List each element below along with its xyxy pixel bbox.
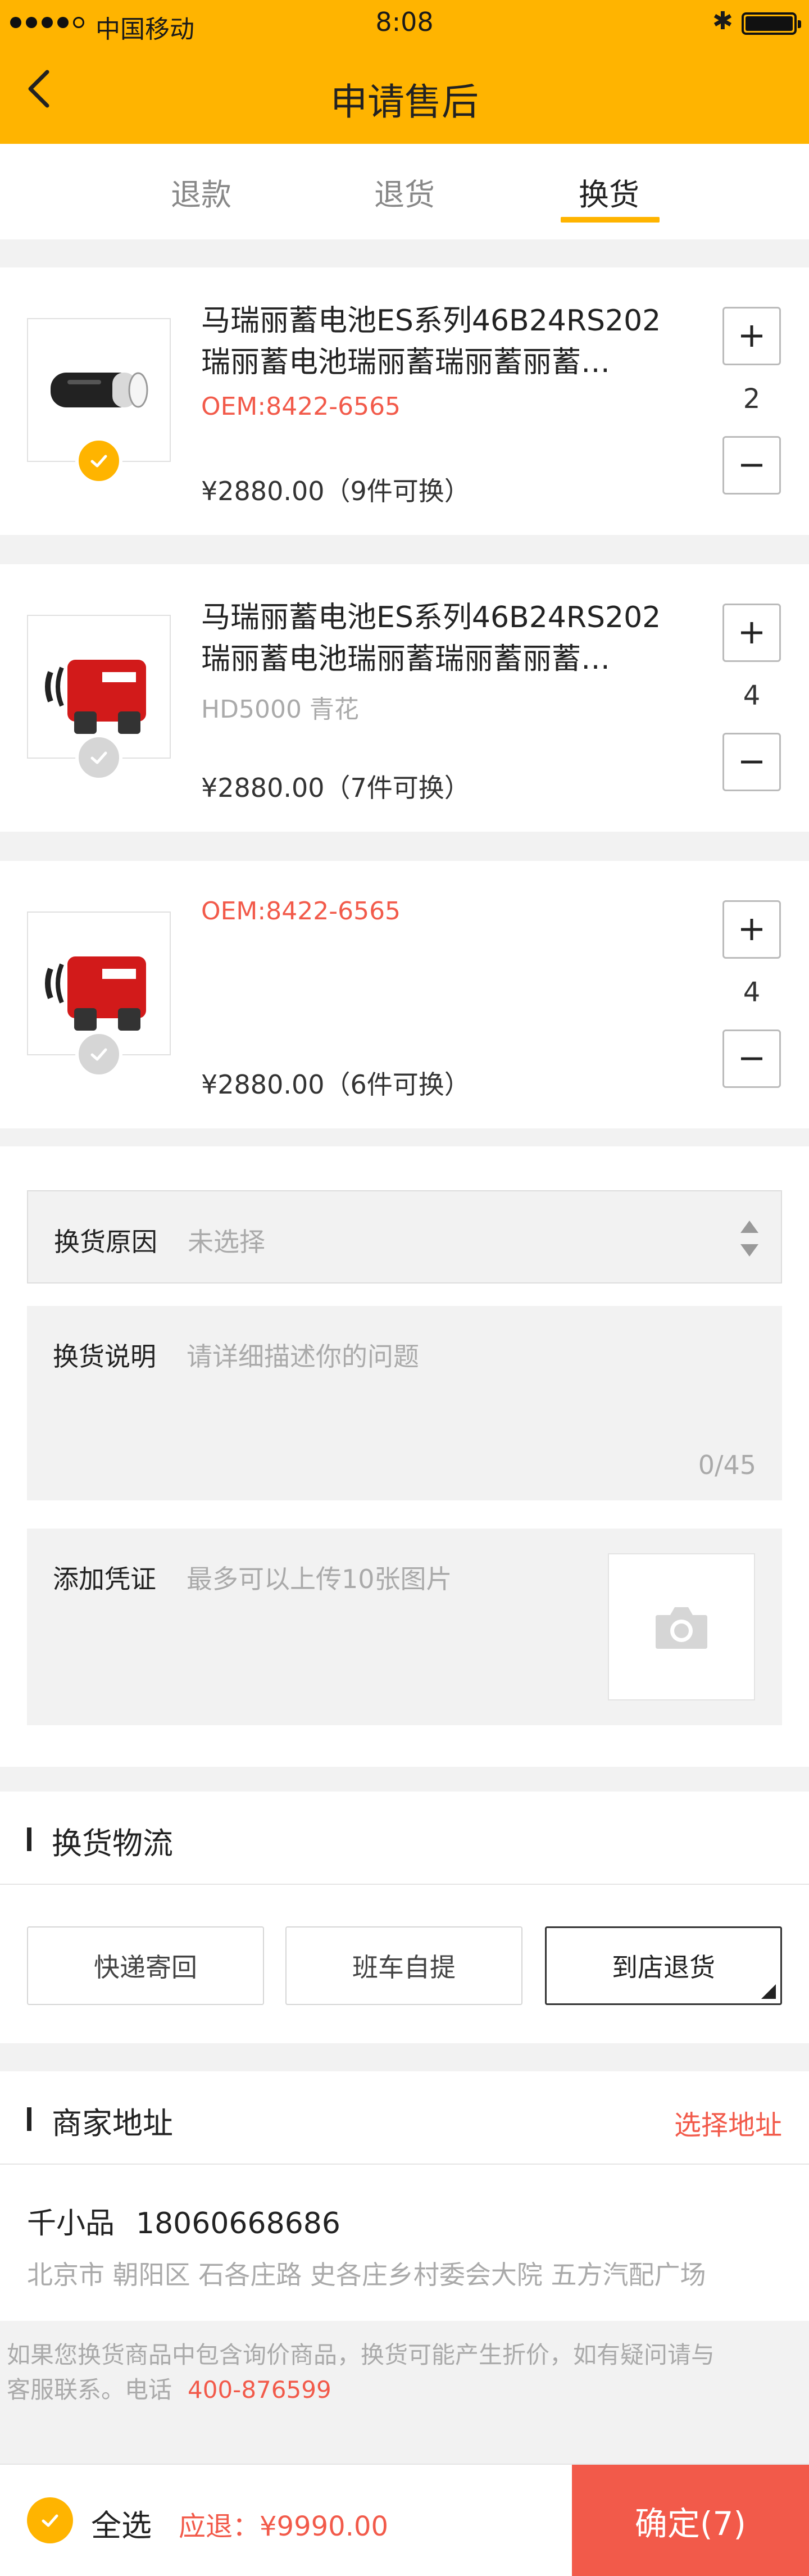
increase-button[interactable] [722,900,781,959]
product-name: 马瑞丽蓄电池ES系列46B24RS202 瑞丽蓄电池瑞丽蓄瑞丽蓄丽蓄… [201,304,661,379]
logistics-option-store[interactable]: 到店退货 [545,1926,782,2005]
product-oem: OEM:8422-6565 [201,392,401,421]
minus-icon [741,1057,762,1060]
address-header: 商家地址 选择地址 [0,2071,809,2165]
reason-label: 换货原因 [54,1227,157,1257]
check-icon [42,2514,58,2527]
service-phone-link[interactable]: 400-876599 [188,2376,331,2403]
select-address-link[interactable]: 选择地址 [674,2103,782,2142]
battery-icon [742,12,801,35]
proof-upload-area: 添加凭证 最多可以上传10张图片 [27,1529,782,1725]
contact-name: 千小品 [27,2207,115,2241]
address-title: 商家地址 [52,2106,173,2141]
address-contact: 千小品 18060668686 [27,2199,340,2242]
increase-button[interactable] [722,307,781,365]
product-checkbox[interactable] [75,437,122,484]
bottom-action-bar: 全选 应退：¥9990.00 确定(7) [0,2464,809,2576]
product-spec: HD5000 青花 [201,695,359,724]
product-name: 马瑞丽蓄电池ES系列46B24RS202 瑞丽蓄电池瑞丽蓄瑞丽蓄丽蓄… [201,601,661,676]
proof-hint: 最多可以上传10张图片 [187,1564,452,1594]
plus-icon [741,919,762,940]
check-icon [90,1048,107,1061]
clock: 8:08 [375,7,434,37]
logistics-option-shuttle[interactable]: 班车自提 [285,1926,522,2005]
plus-icon [741,622,762,643]
product-card: OEM:8422-6565 ¥2880.00（6件可换） 4 [0,861,809,1128]
product-card: 马瑞丽蓄电池ES系列46B24RS202 瑞丽蓄电池瑞丽蓄瑞丽蓄丽蓄… OEM:… [0,267,809,535]
app-header: 中国移动 8:08 ✱ 申请售后 [0,0,809,144]
product-price: ¥2880.00（9件可换） [201,476,470,506]
sort-arrows-icon [740,1221,758,1257]
logistics-header: 换货物流 [0,1792,809,1885]
selected-corner-icon [761,1984,776,1999]
page-title: 申请售后 [330,80,479,124]
confirm-button[interactable]: 确定(7) [572,2465,809,2576]
description-placeholder: 请详细描述你的问题 [187,1341,419,1372]
check-icon [90,751,107,764]
logistics-title: 换货物流 [52,1826,173,1861]
product-price: ¥2880.00（7件可换） [201,773,470,803]
tab-refund[interactable]: 退款 [128,170,274,214]
description-label: 换货说明 [53,1341,156,1372]
bluetooth-icon: ✱ [712,7,733,35]
plus-icon [741,325,762,347]
logistics-option-express[interactable]: 快递寄回 [27,1926,264,2005]
decrease-button[interactable] [722,733,781,791]
select-all-label[interactable]: 全选 [91,2501,152,2545]
active-tab-indicator [561,217,660,223]
select-all-checkbox[interactable] [27,2497,73,2543]
proof-label: 添加凭证 [53,1564,156,1594]
status-bar: 中国移动 8:08 ✱ [0,0,809,47]
logistics-section: 换货物流 快递寄回 班车自提 到店退货 [0,1792,809,2043]
product-checkbox[interactable] [75,1031,122,1078]
exchange-form: 换货原因 未选择 换货说明 请详细描述你的问题 0/45 添加凭证 最多可以上传… [0,1146,809,1767]
address-detail: 北京市 朝阳区 石各庄路 史各庄乡村委会大院 五方汽配广场 [27,2260,706,2290]
quantity-value: 4 [743,680,761,711]
camera-icon [656,1607,707,1649]
minus-icon [741,760,762,764]
tab-exchange[interactable]: 换货 [536,170,682,214]
quantity-value: 4 [743,977,761,1008]
decrease-button[interactable] [722,1030,781,1088]
upload-photo-button[interactable] [608,1553,755,1700]
refund-amount: 应退：¥9990.00 [179,2511,389,2542]
exchange-notice: 如果您换货商品中包含询价商品，换货可能产生折价，如有疑问请与 客服联系。电话 40… [7,2341,715,2403]
section-marker [27,1827,31,1851]
decrease-button[interactable] [722,436,781,495]
product-oem: OEM:8422-6565 [201,897,401,926]
tab-bar: 退款 退货 换货 [0,144,809,239]
reason-select[interactable]: 换货原因 未选择 [27,1190,782,1284]
merchant-address-section: 商家地址 选择地址 千小品 18060668686 北京市 朝阳区 石各庄路 史各… [0,2071,809,2321]
contact-phone: 18060668686 [136,2207,340,2241]
product-price: ¥2880.00（6件可换） [201,1069,470,1100]
product-checkbox[interactable] [75,734,122,781]
minus-icon [741,464,762,467]
increase-button[interactable] [722,604,781,662]
product-card: 马瑞丽蓄电池ES系列46B24RS202 瑞丽蓄电池瑞丽蓄瑞丽蓄丽蓄… HD50… [0,564,809,832]
quantity-value: 2 [743,383,761,415]
tab-return[interactable]: 退货 [331,170,478,214]
description-textarea[interactable]: 换货说明 请详细描述你的问题 0/45 [27,1306,782,1500]
character-counter: 0/45 [698,1450,756,1480]
check-icon [90,455,107,468]
section-marker [27,2107,31,2131]
reason-value: 未选择 [188,1227,265,1257]
